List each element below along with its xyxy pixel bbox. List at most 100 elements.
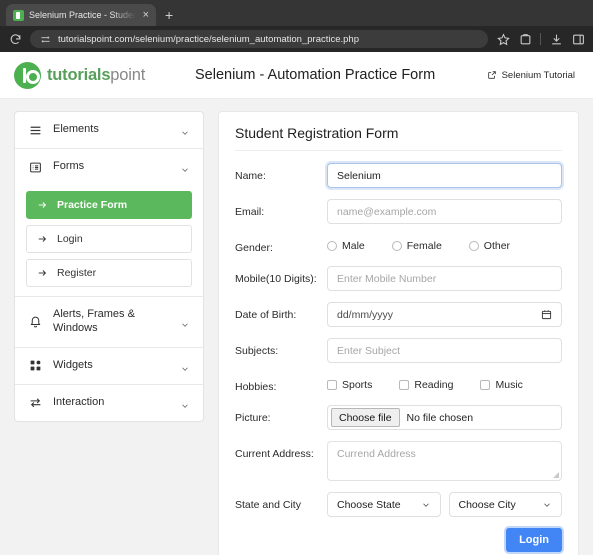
state-city-selects: Choose State Choose City [327,492,562,518]
tutorialspoint-logo-icon [14,61,41,89]
calendar-icon[interactable] [541,309,552,320]
close-icon[interactable]: × [141,9,151,21]
sidebar-item-register[interactable]: Register [26,259,192,287]
sidebar-item-forms[interactable]: Forms [15,149,203,185]
selenium-tutorial-link[interactable]: Selenium Tutorial [487,70,579,81]
sidebar: Elements Forms Practice Form Login Regis… [14,111,204,422]
tutorialspoint-favicon [13,9,24,21]
picture-file-input[interactable]: Choose file No file chosen [327,405,562,431]
sidebar-subitem-label: Register [57,267,97,279]
browser-tab-title: Selenium Practice - Student [29,10,136,20]
radio-icon [468,241,479,251]
chevron-down-icon[interactable] [180,125,190,135]
address-bar-url[interactable]: tutorialspoint.com/selenium/practice/sel… [58,34,359,45]
bookmark-star-icon[interactable] [496,32,510,46]
sidebar-item-interaction[interactable]: Interaction [15,385,203,421]
gender-radio-group: Male Female Other [327,235,562,252]
selenium-tutorial-label: Selenium Tutorial [501,69,575,81]
sidebar-item-practice-form[interactable]: Practice Form [26,191,192,219]
form-row-gender: Gender: Male Female Other [235,235,562,255]
chevron-down-icon[interactable] [180,361,190,371]
logo-text-primary: tutorials [47,65,111,84]
chevron-down-icon[interactable] [180,317,190,327]
email-label: Email: [235,206,265,218]
city-select[interactable]: Choose City [448,492,562,518]
form-row-name: Name: [235,163,562,188]
dob-input[interactable]: dd/mm/yyyy [327,302,562,328]
form-footer: Login [235,528,562,553]
arrow-right-icon [37,268,48,278]
state-select[interactable]: Choose State [327,492,441,518]
browser-tab-strip: Selenium Practice - Student × + [0,0,593,26]
login-button[interactable]: Login [506,528,562,553]
hobby-option-label: Music [495,379,523,392]
gender-option-label: Male [342,240,365,252]
gender-radio-male[interactable]: Male [327,240,365,252]
chevron-down-icon [542,500,552,510]
page-content: Elements Forms Practice Form Login Regis… [0,99,593,555]
exchange-arrows-icon [28,396,42,410]
form-row-dob: Date of Birth: dd/mm/yyyy [235,302,562,328]
bell-icon [28,315,42,329]
file-status-text: No file chosen [406,411,474,424]
name-label: Name: [235,170,266,182]
sidebar-item-widgets[interactable]: Widgets [15,348,203,384]
gender-radio-female[interactable]: Female [391,240,442,252]
omnibox[interactable]: tutorialspoint.com/selenium/practice/sel… [30,30,488,48]
chevron-down-icon [421,500,431,510]
browser-tab[interactable]: Selenium Practice - Student × [6,4,156,26]
site-header: tutorialspoint Selenium - Automation Pra… [0,52,593,99]
email-input[interactable] [327,199,562,224]
choose-file-button[interactable]: Choose file [331,408,400,428]
side-panel-icon[interactable] [571,32,585,46]
name-input[interactable] [327,163,562,188]
widgets-grid-icon [28,359,42,373]
gender-radio-other[interactable]: Other [468,240,511,252]
hobby-option-label: Sports [342,379,373,392]
sidebar-item-label: Forms [53,160,85,173]
form-title: Student Registration Form [235,125,562,151]
toolbar-divider [540,33,541,45]
browser-toolbar: tutorialspoint.com/selenium/practice/sel… [0,26,593,52]
mobile-input[interactable] [327,266,562,292]
gender-option-label: Other [483,240,511,252]
reload-icon[interactable] [8,32,22,46]
gender-option-label: Female [406,240,442,252]
student-registration-form: Student Registration Form Name: Email: G… [218,111,579,555]
address-textarea[interactable]: Currend Address [327,441,562,482]
form-row-state-city: State and City Choose State Choose City [235,492,562,518]
list-box-icon [28,160,42,174]
new-tab-button[interactable]: + [156,7,182,26]
state-select-value: Choose State [337,498,401,511]
dob-label: Date of Birth: [235,309,297,322]
extensions-icon[interactable] [518,32,532,46]
logo-text-secondary: point [110,65,146,84]
subjects-input[interactable] [327,338,562,364]
downloads-icon[interactable] [549,32,563,46]
hobby-checkbox-music[interactable]: Music [480,379,523,392]
hobby-checkbox-sports[interactable]: Sports [327,379,372,391]
hobby-checkbox-reading[interactable]: Reading [399,379,453,391]
sidebar-subitem-label: Practice Form [57,199,128,211]
site-logo[interactable]: tutorialspoint [14,61,189,89]
chevron-down-icon[interactable] [180,398,190,408]
mobile-label: Mobile(10 Digits): [235,273,317,286]
form-row-subjects: Subjects: [235,338,562,364]
picture-label: Picture: [235,412,271,425]
hobbies-checkbox-group: Sports Reading Music [327,374,562,391]
checkbox-icon [327,380,337,391]
state-city-label: State and City [235,499,301,512]
sidebar-item-alerts-frames-windows[interactable]: Alerts, Frames & Windows [15,297,203,347]
checkbox-icon [399,380,410,391]
arrow-right-icon [37,234,48,244]
sidebar-item-label: Widgets [53,358,93,371]
sidebar-item-login[interactable]: Login [26,225,192,253]
tune-icon[interactable] [38,32,52,46]
gender-label: Gender: [235,242,273,254]
sidebar-item-elements[interactable]: Elements [15,112,203,148]
form-row-picture: Picture: Choose file No file chosen [235,405,562,431]
radio-icon [391,241,402,251]
page-body: tutorialspoint Selenium - Automation Pra… [0,52,593,555]
sidebar-item-label: Alerts, Frames & Windows [53,308,135,334]
chevron-down-icon[interactable] [180,162,190,172]
